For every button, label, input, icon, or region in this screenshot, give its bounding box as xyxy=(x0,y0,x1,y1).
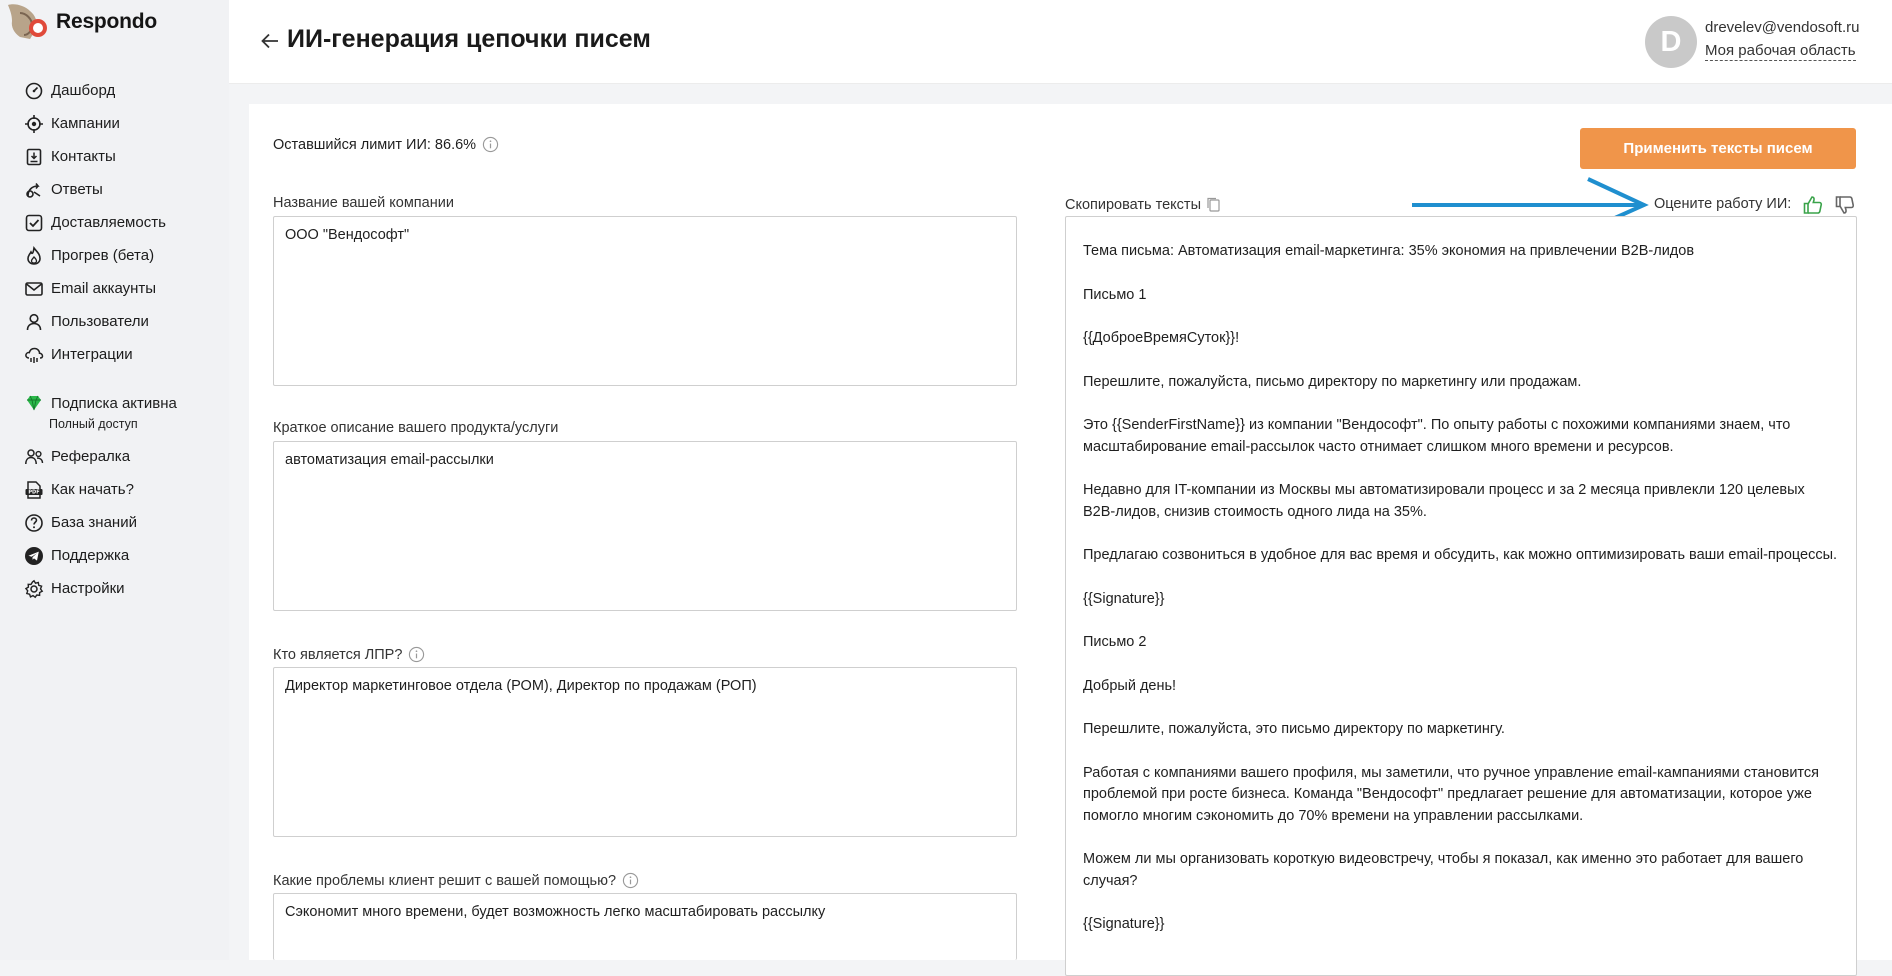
diamond-icon xyxy=(27,395,41,411)
sidebar-item-label: Рефералка xyxy=(51,448,131,465)
sidebar-item-users[interactable]: Пользователи xyxy=(24,305,224,338)
info-icon[interactable] xyxy=(408,646,425,663)
sidebar-item-contacts[interactable]: Контакты xyxy=(24,140,224,173)
company-name-input[interactable]: ООО "Вендософт" xyxy=(273,216,1017,386)
letter-paragraph: {{Signature}} xyxy=(1083,590,1165,607)
telegram-icon xyxy=(25,546,43,565)
sidebar: Respondo Дашборд Кампании Контакты Ответ… xyxy=(0,0,229,960)
sidebar-item-dashboard[interactable]: Дашборд xyxy=(24,74,224,107)
client-problems-input[interactable]: Сэкономит много времени, будет возможнос… xyxy=(273,893,1017,960)
decision-maker-label-text: Кто является ЛПР? xyxy=(273,646,403,663)
sidebar-item-label: Пользователи xyxy=(51,313,149,330)
letter-paragraph: {{Signature}} xyxy=(1083,916,1165,932)
sidebar-item-support[interactable]: Поддержка xyxy=(24,539,224,572)
sidebar-item-getting-started[interactable]: PDF Как начать? xyxy=(24,473,224,506)
user-email: drevelev@vendosoft.ru xyxy=(1705,19,1860,36)
subscription-label: Подписка активна xyxy=(51,394,177,412)
top-bar: ИИ-генерация цепочки писем D drevelev@ve… xyxy=(229,0,1892,84)
sidebar-item-label: Ответы xyxy=(51,181,103,198)
sidebar-item-referral[interactable]: Рефералка xyxy=(24,440,224,473)
sidebar-item-knowledge-base[interactable]: База знаний xyxy=(24,506,224,539)
svg-text:PDF: PDF xyxy=(28,489,39,495)
app-name: Respondo xyxy=(56,10,158,33)
logo[interactable]: Respondo xyxy=(0,0,157,44)
info-icon[interactable] xyxy=(622,872,639,889)
info-icon[interactable] xyxy=(482,136,499,153)
page-title: ИИ-генерация цепочки писем xyxy=(287,25,651,53)
sidebar-item-replies[interactable]: Ответы xyxy=(24,173,224,206)
letter-paragraph: Добрый день! xyxy=(1083,677,1177,694)
sidebar-item-label: Интеграции xyxy=(51,346,133,363)
sidebar-item-email-accounts[interactable]: Email аккаунты xyxy=(24,272,224,305)
client-problems-label-text: Какие проблемы клиент решит с вашей помо… xyxy=(273,872,617,889)
product-description-input[interactable]: автоматизация email-рассылки xyxy=(273,441,1017,611)
sidebar-item-label: Контакты xyxy=(51,148,116,165)
ai-limit-text: Оставшийся лимит ИИ: 86.6% xyxy=(273,136,477,153)
back-arrow-icon[interactable] xyxy=(259,30,281,52)
dashboard-icon xyxy=(25,82,43,99)
letter-paragraph: Перешлите, пожалуйста, письмо директору … xyxy=(1083,373,1582,390)
sidebar-item-label: Кампании xyxy=(51,115,120,132)
letter-paragraph: Можем ли мы организовать короткую видеов… xyxy=(1083,851,1804,889)
letter-paragraph: Тема письма: Автоматизация email-маркети… xyxy=(1083,243,1695,259)
copy-icon xyxy=(1207,197,1220,212)
sidebar-item-label: Поддержка xyxy=(51,547,130,564)
client-problems-label: Какие проблемы клиент решит с вашей помо… xyxy=(273,872,639,889)
sidebar-item-label: Дашборд xyxy=(51,82,116,99)
sidebar-item-label: Email аккаунты xyxy=(51,280,157,297)
subscription-note: Полный доступ xyxy=(49,417,138,431)
letter-paragraph: Работая с компаниями вашего профиля, мы … xyxy=(1083,764,1820,824)
company-name-label: Название вашей компании xyxy=(273,195,454,211)
help-icon xyxy=(25,513,43,532)
thumbs-down-icon[interactable] xyxy=(1834,194,1856,216)
decision-maker-label: Кто является ЛПР? xyxy=(273,646,425,663)
sidebar-item-label: Как начать? xyxy=(51,481,134,498)
copy-texts-button[interactable]: Скопировать тексты xyxy=(1065,196,1221,213)
workspace-selector[interactable]: Моя рабочая область xyxy=(1705,42,1856,61)
company-name-label-text: Название вашей компании xyxy=(273,195,454,211)
avatar[interactable]: D xyxy=(1645,16,1697,68)
pdf-icon: PDF xyxy=(25,480,43,499)
product-description-label: Краткое описание вашего продукта/услуги xyxy=(273,420,558,436)
user-icon xyxy=(26,313,42,330)
generated-letters-textarea[interactable]: Тема письма: Автоматизация email-маркети… xyxy=(1065,216,1857,976)
gear-icon xyxy=(24,579,44,598)
sidebar-item-integrations[interactable]: Интеграции xyxy=(24,338,224,371)
sidebar-nav-secondary: Рефералка PDF Как начать? База знаний По… xyxy=(24,440,224,605)
mail-icon xyxy=(25,281,43,296)
sidebar-item-campaigns[interactable]: Кампании xyxy=(24,107,224,140)
logo-mark-icon xyxy=(2,3,56,41)
letter-paragraph: Перешлите, пожалуйста, это письмо директ… xyxy=(1083,721,1505,737)
flame-icon xyxy=(27,245,41,265)
contacts-icon xyxy=(26,148,42,165)
thumbs-up-icon[interactable] xyxy=(1802,194,1824,216)
copy-texts-label: Скопировать тексты xyxy=(1065,196,1201,213)
subscription-status: Подписка активна Полный доступ xyxy=(24,393,224,431)
decision-maker-input[interactable]: Директор маркетинговое отдела (РОМ), Дир… xyxy=(273,667,1017,837)
letter-paragraph: {{ДоброеВремяСуток}}! xyxy=(1083,330,1240,346)
referral-icon xyxy=(25,448,44,464)
sidebar-item-warmup[interactable]: Прогрев (бета) xyxy=(24,239,224,272)
letter-paragraph: Недавно для IT-компании из Москвы мы авт… xyxy=(1083,482,1805,520)
sidebar-item-label: Доставляемость xyxy=(51,214,166,231)
letter-paragraph: Это {{SenderFirstName}} из компании "Вен… xyxy=(1083,417,1791,455)
cloud-icon xyxy=(25,347,44,363)
letter-paragraph: Предлагаю созвониться в удобное для вас … xyxy=(1083,547,1838,563)
sidebar-item-label: Настройки xyxy=(51,580,125,597)
target-icon xyxy=(25,114,43,133)
replies-icon xyxy=(26,182,41,198)
rate-ai-label: Оцените работу ИИ: xyxy=(1654,196,1792,212)
sidebar-item-deliverability[interactable]: Доставляемость xyxy=(24,206,224,239)
letter-paragraph: Письмо 1 xyxy=(1083,286,1147,303)
letter-paragraph: Письмо 2 xyxy=(1083,634,1147,650)
product-description-label-text: Краткое описание вашего продукта/услуги xyxy=(273,420,559,436)
sidebar-item-label: База знаний xyxy=(51,514,137,531)
sidebar-item-label: Прогрев (бета) xyxy=(51,247,155,264)
checkbox-icon xyxy=(25,214,43,231)
sidebar-nav: Дашборд Кампании Контакты Ответы Доставл… xyxy=(24,74,224,371)
apply-texts-button[interactable]: Применить тексты писем xyxy=(1580,128,1856,169)
sidebar-item-settings[interactable]: Настройки xyxy=(24,572,224,605)
ai-limit: Оставшийся лимит ИИ: 86.6% xyxy=(273,136,499,153)
